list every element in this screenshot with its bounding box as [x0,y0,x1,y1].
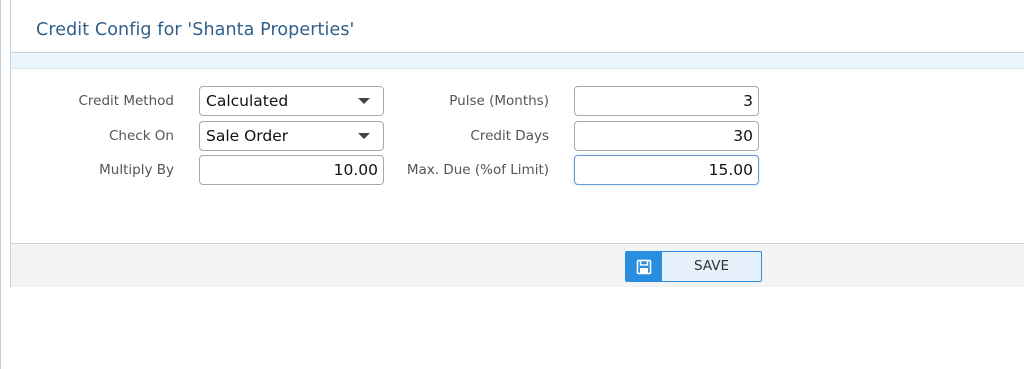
window-edge [0,0,1,369]
check-on-value: Sale Order [206,127,289,145]
credit-method-select[interactable]: Calculated [199,86,384,116]
header-divider-strip [11,53,1024,69]
save-icon [626,252,662,281]
save-button-label: SAVE [694,258,729,274]
credit-days-input[interactable]: 30 [574,121,759,151]
multiply-by-input[interactable]: 10.00 [199,155,384,185]
dialog-footer: SAVE [11,243,1024,287]
save-button[interactable]: SAVE [625,251,762,282]
check-on-label: Check On [108,128,174,144]
credit-config-dialog: Credit Config for 'Shanta Properties' Cr… [10,0,1024,287]
credit-days-label: Credit Days [470,128,549,144]
credit-method-label: Credit Method [78,93,174,109]
pulse-months-input[interactable]: 3 [574,86,759,116]
check-on-select[interactable]: Sale Order [199,121,384,151]
dialog-title: Credit Config for 'Shanta Properties' [36,20,355,40]
max-due-label: Max. Due (%of Limit) [406,162,549,178]
max-due-input[interactable]: 15.00 [574,155,759,185]
dialog-header: Credit Config for 'Shanta Properties' [11,0,1024,53]
chevron-down-icon [358,133,370,139]
credit-method-value: Calculated [206,92,289,110]
chevron-down-icon [358,98,370,104]
multiply-by-label: Multiply By [99,162,174,178]
pulse-months-label: Pulse (Months) [449,93,549,109]
